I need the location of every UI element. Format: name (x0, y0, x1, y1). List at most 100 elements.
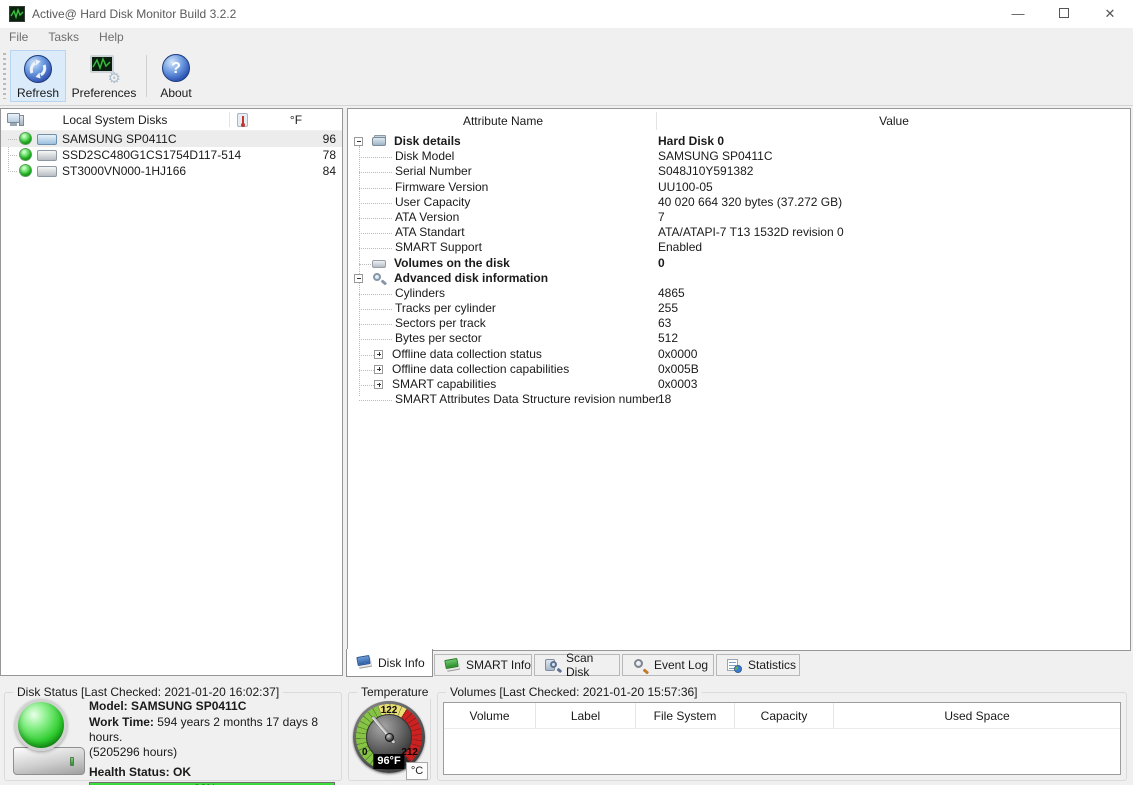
tab-scan-disk[interactable]: Scan Disk (534, 651, 620, 679)
temp-unit-header: °F (289, 113, 303, 127)
disk-row-ssd[interactable]: SSD2SC480G1CS1754D117-514 78 (1, 147, 342, 163)
attr-row[interactable]: SMART Attributes Data Structure revision… (348, 392, 1130, 407)
menu-help[interactable]: Help (89, 28, 134, 47)
minimize-button[interactable]: — (995, 0, 1041, 28)
attributes-header[interactable]: Attribute Name Value (348, 109, 1130, 133)
disk-row-samsung[interactable]: SAMSUNG SP0411C 96 (1, 131, 342, 147)
tab-smart-info[interactable]: SMART Info (434, 654, 532, 676)
value-column[interactable]: Value (658, 109, 1130, 133)
attribute-name-column[interactable]: Attribute Name (348, 109, 658, 133)
about-button[interactable]: ? About (152, 50, 200, 102)
disk-temp: 78 (322, 148, 336, 162)
disk-status-group: Disk Status [Last Checked: 2021-01-20 16… (4, 685, 342, 785)
volumes-legend: Volumes [Last Checked: 2021-01-20 15:57:… (446, 685, 702, 699)
disk-name: SSD2SC480G1CS1754D117-514 (62, 148, 242, 162)
tab-event-log[interactable]: Event Log (622, 654, 714, 676)
refresh-button[interactable]: Refresh (10, 50, 66, 102)
disk-row-seagate[interactable]: ST3000VN000-1HJ166 84 (1, 163, 342, 179)
temperature-reading: 96°F (373, 754, 405, 769)
column-used-space[interactable]: Used Space (834, 703, 1120, 728)
gauge-hub (384, 732, 394, 742)
menu-tasks[interactable]: Tasks (38, 28, 89, 47)
toolbar-gripper[interactable] (3, 53, 6, 99)
collapse-expander-icon[interactable] (354, 137, 363, 146)
column-divider[interactable] (229, 112, 230, 127)
maximize-button[interactable] (1041, 0, 1087, 28)
disk-name: ST3000VN000-1HJ166 (62, 164, 187, 178)
refresh-label: Refresh (16, 86, 60, 100)
collapse-expander-icon[interactable] (354, 273, 363, 283)
gauge-tick-0: 0 (362, 747, 368, 758)
disk-model-line: Model: SAMSUNG SP0411C (89, 699, 247, 713)
celsius-toggle-button[interactable]: °C (406, 762, 428, 780)
tab-statistics[interactable]: Statistics (716, 654, 800, 676)
attributes-panel: Attribute Name Value Disk details Hard D… (347, 108, 1131, 651)
disk-health-icon (11, 699, 89, 777)
attr-row[interactable]: Cylinders 4865 (348, 286, 1130, 301)
disk-list-header[interactable]: Local System Disks °F (1, 109, 342, 131)
close-button[interactable]: ✕ (1087, 0, 1133, 28)
hard-disk-icon (37, 166, 57, 177)
attr-row-volumes[interactable]: Volumes on the disk 0 (348, 256, 1130, 271)
attr-row-expandable[interactable]: Offline data collection capabilities 0x0… (348, 362, 1130, 377)
attr-row[interactable]: ATA Version 7 (348, 210, 1130, 225)
attr-row[interactable]: Serial Number S048J10Y591382 (348, 164, 1130, 179)
tab-strip: Disk Info SMART Info Scan Disk Event Log… (346, 649, 1133, 679)
health-status-line: Health Status: OK (89, 765, 192, 779)
attr-row-advanced[interactable]: Advanced disk information (348, 271, 1130, 286)
attr-row[interactable]: SMART Support Enabled (348, 240, 1130, 255)
attr-row-expandable[interactable]: SMART capabilities 0x0003 (348, 377, 1130, 392)
thermometer-icon (237, 113, 248, 127)
gauge-tick-122: 122 (380, 705, 398, 716)
event-log-icon (632, 658, 650, 674)
column-file-system[interactable]: File System (636, 703, 735, 728)
column-volume[interactable]: Volume (444, 703, 536, 728)
attr-row[interactable]: Bytes per sector 512 (348, 331, 1130, 346)
toolbar: Refresh ⚙ Preferences ? About (0, 47, 1133, 106)
title-bar: Active@ Hard Disk Monitor Build 3.2.2 — … (0, 0, 1133, 28)
attr-row[interactable]: ATA Standart ATA/ATAPI-7 T13 1532D revis… (348, 225, 1130, 240)
column-divider[interactable] (656, 112, 657, 130)
scan-disk-icon (544, 658, 563, 673)
column-capacity[interactable]: Capacity (735, 703, 834, 728)
preferences-button[interactable]: ⚙ Preferences (68, 50, 140, 102)
window-title: Active@ Hard Disk Monitor Build 3.2.2 (32, 7, 237, 21)
attr-row-disk-details[interactable]: Disk details Hard Disk 0 (348, 134, 1130, 149)
smart-info-icon (444, 657, 460, 673)
preferences-label: Preferences (71, 86, 137, 100)
disk-status-ok-icon (19, 148, 32, 161)
about-icon: ? (160, 54, 192, 84)
attr-row-expandable[interactable]: Offline data collection status 0x0000 (348, 347, 1130, 362)
volumes-group: Volumes [Last Checked: 2021-01-20 15:57:… (437, 685, 1127, 781)
local-disks-panel: Local System Disks °F SAMSUNG SP0411C 96… (0, 108, 343, 676)
app-icon (9, 6, 25, 22)
column-label[interactable]: Label (536, 703, 636, 728)
gear-icon: ⚙ (107, 70, 121, 87)
expand-expander-icon[interactable] (374, 349, 383, 359)
disk-temp: 84 (322, 164, 336, 178)
expand-expander-icon[interactable] (374, 364, 383, 374)
statistics-icon (726, 658, 742, 673)
status-bar-area: Disk Status [Last Checked: 2021-01-20 16… (0, 678, 1133, 785)
about-label: About (160, 86, 192, 100)
disk-temp: 96 (322, 132, 336, 146)
menu-file[interactable]: File (0, 28, 38, 47)
attr-row[interactable]: Tracks per cylinder 255 (348, 301, 1130, 316)
attr-row[interactable]: Sectors per track 63 (348, 316, 1130, 331)
disk-list-title: Local System Disks (62, 113, 168, 127)
refresh-icon (22, 54, 54, 84)
tab-disk-info[interactable]: Disk Info (346, 649, 433, 677)
expand-expander-icon[interactable] (374, 380, 383, 389)
volumes-table: Volume Label File System Capacity Used S… (443, 702, 1121, 775)
attr-row[interactable]: Disk Model SAMSUNG SP0411C (348, 149, 1130, 164)
hard-disk-icon (37, 134, 57, 145)
disk-status-legend: Disk Status [Last Checked: 2021-01-20 16… (13, 685, 284, 699)
preferences-icon: ⚙ (88, 54, 121, 87)
toolbar-separator (146, 55, 147, 97)
volumes-table-header: Volume Label File System Capacity Used S… (444, 703, 1120, 729)
advanced-info-icon (371, 272, 388, 285)
disk-details-icon (371, 135, 388, 148)
attr-row[interactable]: User Capacity 40 020 664 320 bytes (37.2… (348, 195, 1130, 210)
hard-disk-icon (37, 150, 57, 161)
attr-row[interactable]: Firmware Version UU100-05 (348, 180, 1130, 195)
